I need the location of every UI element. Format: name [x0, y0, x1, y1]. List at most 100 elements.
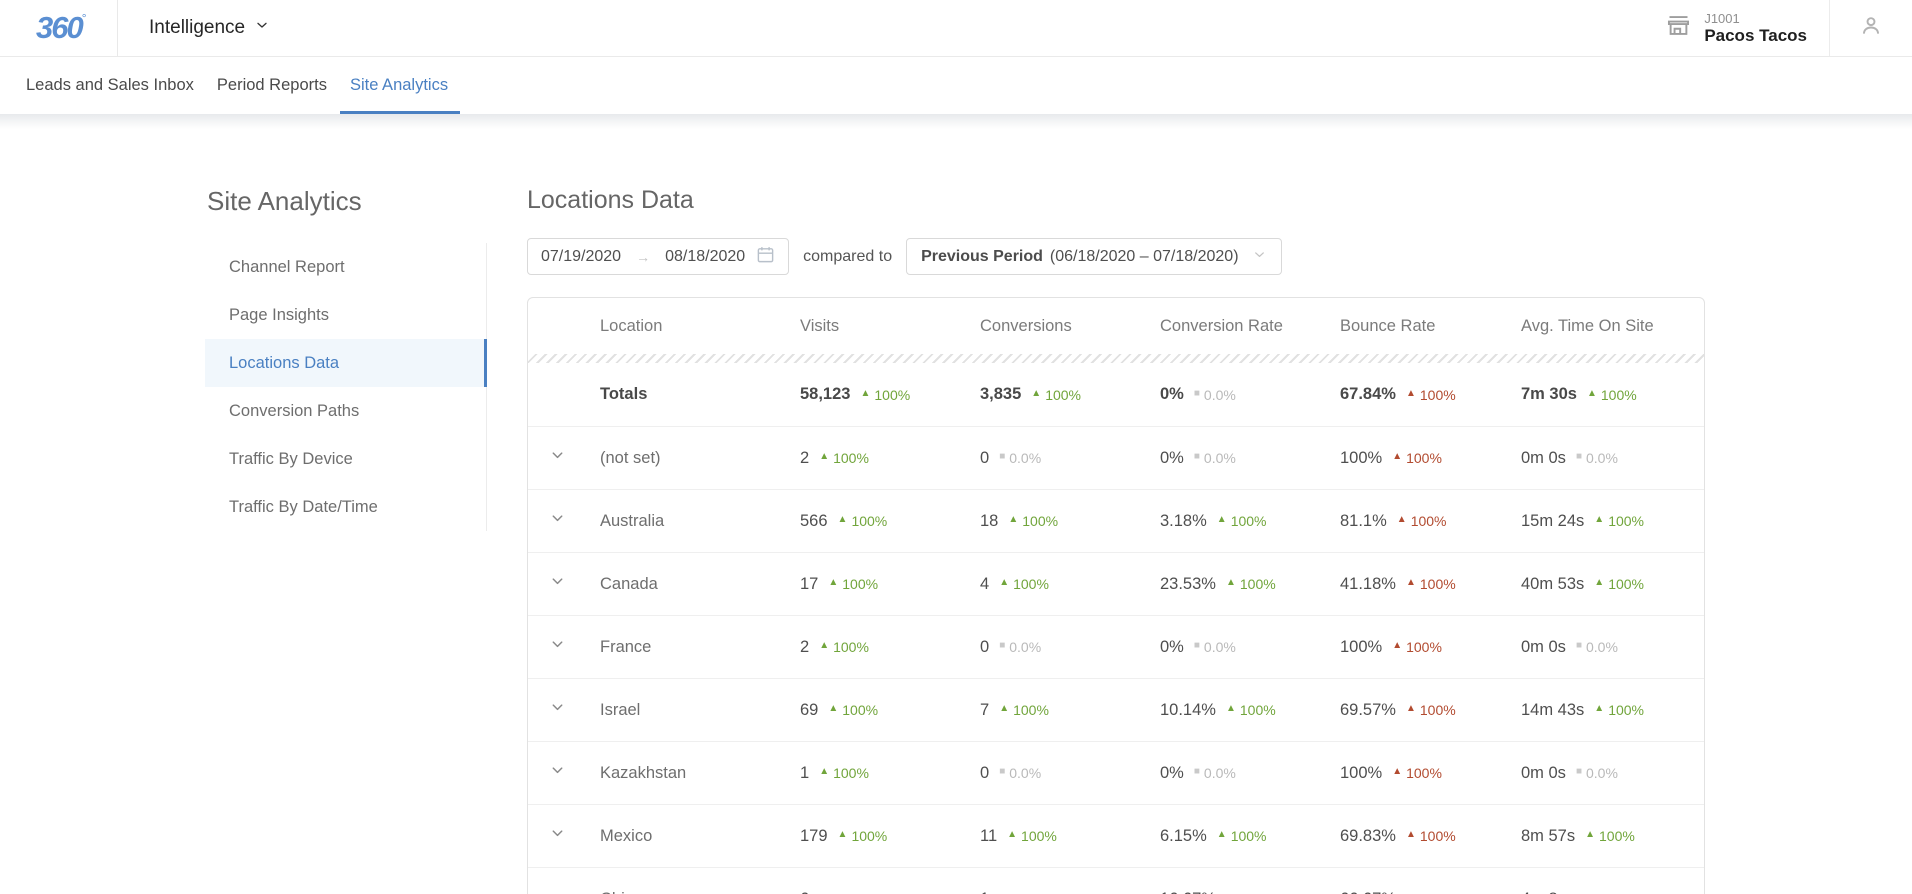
date-range-picker[interactable]: 07/19/2020 → 08/18/2020	[527, 238, 790, 275]
arrow-up-icon: ▲	[1031, 387, 1042, 399]
delta-value: 100%	[833, 450, 869, 466]
main-panel: Locations Data 07/19/2020 → 08/18/2020 c…	[527, 186, 1912, 894]
delta-value: 100%	[1406, 450, 1442, 466]
delta-value: 100%	[1406, 639, 1442, 655]
delta-badge: ▲100%	[1008, 513, 1058, 529]
arrow-up-icon: ▲	[1392, 451, 1403, 462]
table-row-israel: Israel 69 ▲ 100% 7 ▲ 100% 10.14% ▲ 100% 69.57% ▲ 100…	[528, 679, 1704, 742]
account-text: J1001 Pacos Tacos	[1704, 11, 1807, 46]
arrow-up-icon: ▲	[1008, 514, 1019, 525]
row-expand-chevron[interactable]	[528, 763, 600, 783]
column-header-location: Location	[600, 316, 663, 335]
delta-badge: ▲100%	[1226, 702, 1276, 718]
arrow-up-icon: ▲	[1405, 703, 1416, 714]
metric-cell-bounce-rate: 69.83% ▲ 100%	[1340, 827, 1521, 846]
delta-badge: ■ 0.0%	[1576, 450, 1618, 466]
compared-to-label: compared to	[803, 247, 893, 265]
metric-cell-bounce-rate: 69.57% ▲ 100%	[1340, 701, 1521, 720]
column-header-visits: Visits	[800, 316, 840, 335]
metric-cell-conversion-rate: 0% ■ 0.0%	[1160, 449, 1340, 468]
table-row-canada: Canada 17 ▲ 100% 4 ▲ 100% 23.53% ▲ 100% 41.18% ▲ 100…	[528, 553, 1704, 616]
tab-period-reports[interactable]: Period Reports	[215, 57, 329, 114]
delta-value: 100%	[874, 386, 911, 403]
comparison-select[interactable]: Previous Period (06/18/2020 – 07/18/2020…	[906, 238, 1282, 275]
delta-badge: ▲100%	[819, 765, 869, 781]
metric-value: 0m 0s	[1521, 763, 1566, 782]
metric-value: 4	[980, 574, 990, 593]
location-label: Canada	[600, 574, 658, 593]
metric-value: 0%	[1160, 763, 1184, 782]
chevron-down-icon	[550, 890, 565, 894]
no-change-icon: ■	[1193, 387, 1200, 399]
delta-value: 100%	[1022, 513, 1059, 529]
delta-value: 100%	[1230, 513, 1267, 529]
tab-leads-and-sales-inbox[interactable]: Leads and Sales Inbox	[24, 57, 196, 114]
row-expand-chevron[interactable]	[528, 700, 600, 720]
primary-nav: Leads and Sales Inbox Period Reports Site …	[0, 57, 1912, 114]
delta-badge: ▲100%	[999, 702, 1049, 718]
logo-360[interactable]: 360	[36, 10, 84, 46]
user-menu[interactable]	[1829, 0, 1912, 56]
sidebar-item-traffic-by-device[interactable]: Traffic By Device	[205, 435, 486, 483]
metric-value: 0%	[1160, 637, 1184, 656]
metric-value: 100%	[1340, 448, 1383, 467]
delta-value: 0.0%	[1585, 639, 1618, 655]
sidebar-item-channel-report[interactable]: Channel Report	[205, 243, 486, 291]
metric-value: 0	[980, 763, 990, 782]
chevron-down-icon	[550, 511, 565, 531]
delta-badge: ■ 0.0%	[1194, 639, 1236, 655]
delta-value: 100%	[1600, 386, 1637, 403]
metric-value: 0%	[1160, 385, 1184, 403]
metric-cell-visits: 1 ▲ 100%	[800, 764, 980, 783]
delta-badge: ▲100%	[1217, 513, 1267, 529]
account-info[interactable]: J1001 Pacos Tacos	[1665, 11, 1829, 46]
comparison-name: Previous Period	[921, 247, 1043, 265]
date-start: 07/19/2020	[541, 247, 622, 265]
delta-badge: ▲100%	[1392, 450, 1442, 466]
metric-cell-conversions: 3,835 ▲ 100%	[980, 385, 1160, 404]
delta-value: 0.0%	[1009, 639, 1042, 655]
delta-value: 100%	[842, 702, 879, 718]
sidebar-item-page-insights[interactable]: Page Insights	[205, 291, 486, 339]
delta-value: 100%	[1230, 828, 1267, 844]
chevron-down-icon	[550, 763, 565, 783]
row-expand-chevron[interactable]	[528, 448, 600, 468]
delta-badge: ▲100%	[828, 702, 878, 718]
arrow-up-icon: ▲	[999, 703, 1010, 714]
sidebar-item-locations-data[interactable]: Locations Data	[205, 339, 487, 387]
product-switcher[interactable]: Intelligence	[118, 17, 270, 39]
delta-badge: ▲100%	[860, 387, 910, 403]
metric-cell-conversions: 1▲100%	[980, 890, 1160, 894]
metric-value: 1	[800, 763, 810, 782]
sidebar-item-conversion-paths[interactable]: Conversion Paths	[205, 387, 486, 435]
delta-badge: ▲100%	[1585, 828, 1635, 844]
no-change-icon: ■	[999, 766, 1006, 777]
sidebar-item-traffic-by-date-time[interactable]: Traffic By Date/Time	[205, 483, 486, 531]
metric-cell-conversions: 11 ▲ 100%	[980, 827, 1160, 846]
delta-badge: ▲100%	[1406, 576, 1456, 592]
metric-value: 2	[800, 637, 810, 656]
tab-site-analytics[interactable]: Site Analytics	[339, 57, 461, 114]
metric-cell-conversions: 4 ▲ 100%	[980, 575, 1160, 594]
delta-value: 100%	[1013, 702, 1049, 718]
table-row-china: China6▲100%1▲100%16.67%▲100%66.67%▲100%4…	[528, 868, 1704, 894]
metric-value: 0m 0s	[1521, 448, 1566, 467]
location-label: Kazakhstan	[600, 763, 687, 782]
arrow-up-icon: ▲	[999, 577, 1010, 588]
arrow-up-icon: ▲	[837, 829, 848, 840]
row-expand-chevron[interactable]	[528, 574, 600, 594]
delta-value: 100%	[1239, 702, 1276, 718]
row-expand-chevron[interactable]	[528, 890, 600, 894]
metric-value: 3.18%	[1160, 511, 1207, 530]
delta-value: 0.0%	[1203, 765, 1236, 781]
table-row-kazakhstan: Kazakhstan 1 ▲ 100% 0 ■ 0.0% 0% ■ 0.0% 100% ▲ 100% 0m…	[528, 742, 1704, 805]
row-expand-chevron[interactable]	[528, 511, 600, 531]
logo-degree-mark: °	[81, 11, 87, 25]
storefront-icon	[1665, 12, 1692, 44]
no-change-icon: ■	[1193, 451, 1200, 462]
row-expand-chevron[interactable]	[528, 826, 600, 846]
row-expand-chevron[interactable]	[528, 637, 600, 657]
delta-value: 100%	[842, 576, 879, 592]
metric-cell-avg-time-on-site: 14m 43s ▲ 100%	[1521, 701, 1704, 720]
arrow-up-icon: ▲	[1007, 829, 1018, 840]
